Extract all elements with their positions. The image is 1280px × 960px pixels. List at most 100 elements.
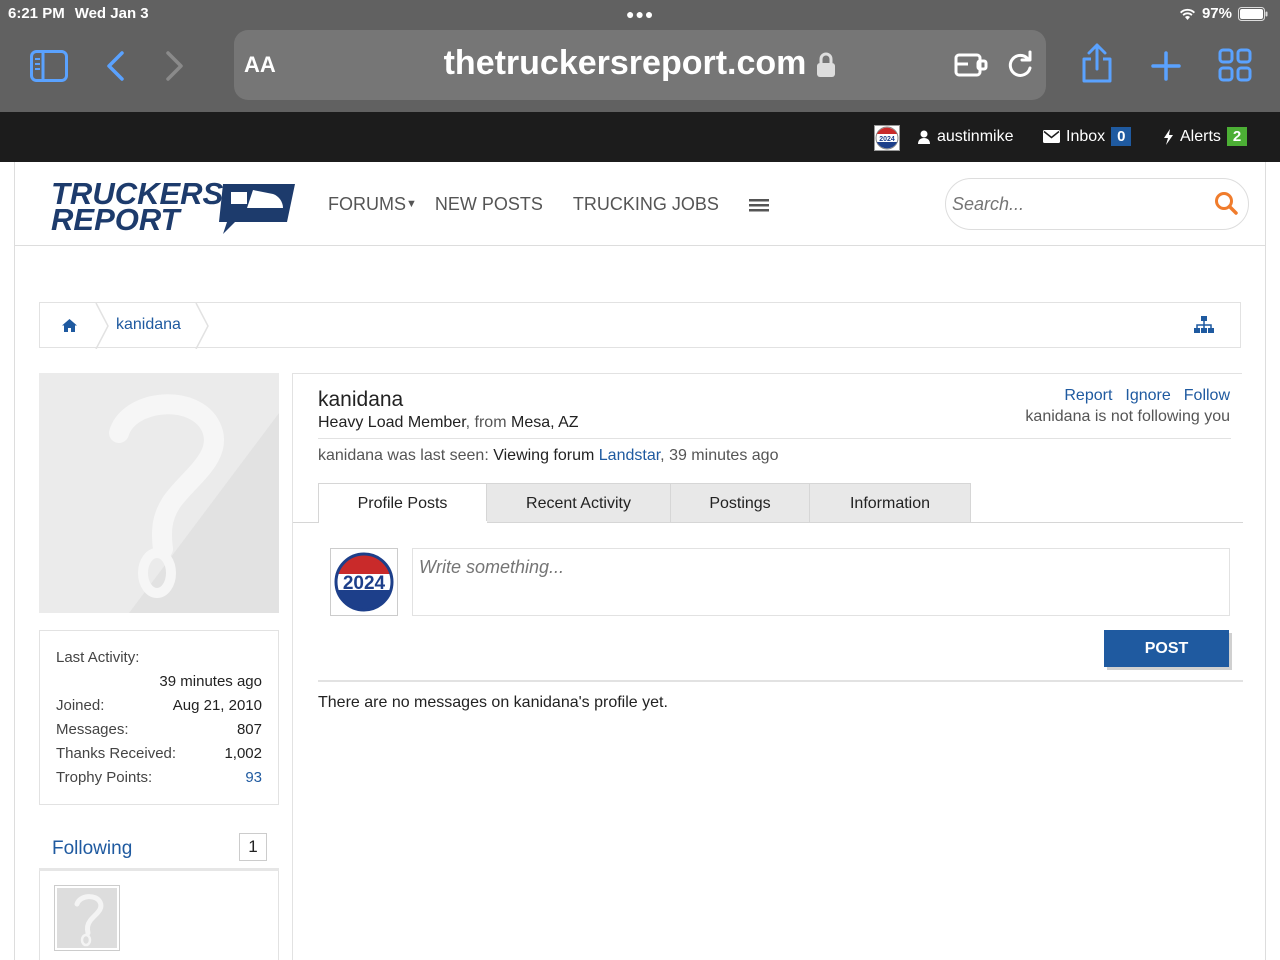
profile-subtitle: Heavy Load Member, from Mesa, AZ	[318, 414, 579, 432]
breadcrumb-separator	[195, 303, 209, 349]
logo-line2: REPORT	[51, 202, 180, 237]
forward-icon[interactable]	[165, 50, 185, 82]
follow-link[interactable]: Follow	[1184, 387, 1230, 405]
breadcrumb: kanidana	[39, 302, 1241, 349]
inbox-label: Inbox	[1066, 127, 1106, 145]
status-right: 97%	[1179, 5, 1268, 22]
user-location[interactable]: Mesa, AZ	[511, 414, 579, 431]
stat-last-activity: Last Activity:	[56, 649, 262, 666]
profile-name: kanidana	[318, 388, 404, 411]
stat-trophy: Trophy Points: 93	[56, 769, 262, 786]
breadcrumb-item[interactable]: kanidana	[116, 316, 181, 334]
last-seen-forum-link[interactable]: Landstar	[599, 447, 660, 464]
ios-status-bar: 6:21 PM Wed Jan 3 ●●● 97%	[0, 0, 1280, 28]
alerts-label: Alerts	[1180, 127, 1221, 145]
home-icon	[61, 318, 77, 332]
stat-label: Messages:	[56, 721, 129, 738]
user-menu[interactable]: austinmike	[917, 128, 1013, 146]
address-bar[interactable]: AA thetruckersreport.com	[234, 30, 1046, 100]
stat-value: Aug 21, 2010	[172, 697, 262, 714]
last-seen-prefix: kanidana was last seen:	[318, 447, 489, 464]
question-mark-avatar-icon	[39, 373, 279, 613]
user-icon	[918, 130, 930, 144]
tab-recent-activity[interactable]: Recent Activity	[486, 483, 671, 523]
divider	[318, 680, 1243, 682]
report-link[interactable]: Report	[1064, 387, 1112, 405]
status-time: 6:21 PM Wed Jan 3	[8, 5, 149, 22]
user-title: Heavy Load Member	[318, 414, 466, 431]
inbox-link[interactable]: Inbox 0	[1043, 127, 1132, 146]
stat-label: Last Activity:	[56, 649, 140, 666]
nav-new-posts[interactable]: New Posts	[435, 194, 543, 215]
divider	[318, 438, 1231, 439]
sidebar-toggle-icon[interactable]	[30, 50, 68, 82]
share-icon[interactable]	[1080, 42, 1114, 84]
badge-2024-icon: 2024	[334, 552, 394, 612]
profile-avatar	[39, 373, 279, 613]
tab-information[interactable]: Information	[809, 483, 971, 523]
stat-value: 807	[236, 721, 262, 738]
multitask-dots-icon[interactable]: ●●●	[626, 6, 654, 22]
last-seen-activity: Viewing forum	[493, 447, 595, 464]
question-mark-avatar-icon	[74, 894, 104, 947]
trophy-points-link[interactable]: 93	[245, 769, 262, 786]
battery-percent: 97%	[1201, 5, 1232, 22]
badge-2024-text: 2024	[879, 136, 895, 143]
composer-avatar[interactable]: 2024	[330, 548, 398, 616]
battery-icon	[1238, 6, 1268, 21]
stat-label: Joined:	[56, 697, 105, 714]
account-bar: austinmike Inbox 0 Alerts 2	[0, 112, 1280, 162]
inbox-count-badge: 0	[1111, 127, 1132, 146]
url-text: thetruckersreport.com	[443, 44, 807, 82]
from-label: , from	[465, 414, 507, 431]
tab-overview-icon[interactable]	[1218, 48, 1252, 82]
profile-post-input[interactable]	[412, 548, 1230, 616]
stat-last-activity-value-row: 39 minutes ago	[56, 673, 262, 690]
tab-postings[interactable]: Postings	[670, 483, 810, 523]
site-search	[945, 178, 1249, 230]
stat-value: 39 minutes ago	[159, 673, 262, 690]
badge-2024-text: 2024	[343, 573, 386, 594]
active-tab-gap	[319, 521, 487, 523]
envelope-icon	[1043, 130, 1060, 143]
url-display[interactable]: thetruckersreport.com	[234, 44, 1046, 83]
search-icon[interactable]	[1214, 191, 1238, 215]
status-day: Wed Jan 3	[74, 5, 149, 22]
empty-message: There are no messages on kanidana's prof…	[318, 694, 668, 711]
extensions-icon[interactable]	[954, 50, 988, 80]
site-header: TRUCKERS REPORT Forums▼ New Posts Trucki…	[15, 162, 1265, 246]
breadcrumb-separator	[95, 303, 109, 349]
hamburger-menu-icon[interactable]	[748, 197, 769, 213]
logo-truck-icon	[219, 184, 295, 234]
last-seen-time: , 39 minutes ago	[660, 447, 779, 464]
caret-down-icon: ▼	[406, 198, 417, 210]
last-seen: kanidana was last seen: Viewing forum La…	[318, 447, 778, 465]
lock-icon	[817, 52, 836, 78]
profile-actions: Report Ignore Follow	[1064, 387, 1230, 405]
nav-forums-label: Forums	[328, 194, 406, 214]
follow-status: kanidana is not following you	[1025, 408, 1230, 425]
stat-label: Trophy Points:	[56, 769, 153, 786]
username: austinmike	[937, 128, 1014, 145]
stat-joined: Joined: Aug 21, 2010	[56, 697, 262, 714]
breadcrumb-home[interactable]	[40, 303, 98, 347]
following-list	[39, 871, 279, 960]
search-input[interactable]	[952, 191, 1202, 217]
following-title[interactable]: Following	[52, 838, 132, 860]
sitemap-icon[interactable]	[1194, 316, 1214, 334]
tab-profile-posts[interactable]: Profile Posts	[318, 483, 487, 523]
alerts-link[interactable]: Alerts 2	[1163, 127, 1248, 146]
post-button[interactable]: Post	[1104, 630, 1229, 667]
following-avatar[interactable]	[54, 885, 120, 951]
alerts-count-badge: 2	[1226, 127, 1248, 146]
reload-icon[interactable]	[1006, 50, 1034, 80]
bolt-icon	[1164, 128, 1173, 145]
back-icon[interactable]	[105, 50, 125, 82]
new-tab-icon[interactable]	[1150, 50, 1182, 82]
user-avatar-2024[interactable]: 2024	[874, 125, 900, 151]
site-logo[interactable]: TRUCKERS REPORT	[51, 174, 301, 237]
stat-messages: Messages: 807	[56, 721, 262, 738]
nav-forums[interactable]: Forums▼	[328, 194, 417, 215]
ignore-link[interactable]: Ignore	[1125, 387, 1170, 405]
nav-trucking-jobs[interactable]: Trucking Jobs	[573, 194, 719, 215]
